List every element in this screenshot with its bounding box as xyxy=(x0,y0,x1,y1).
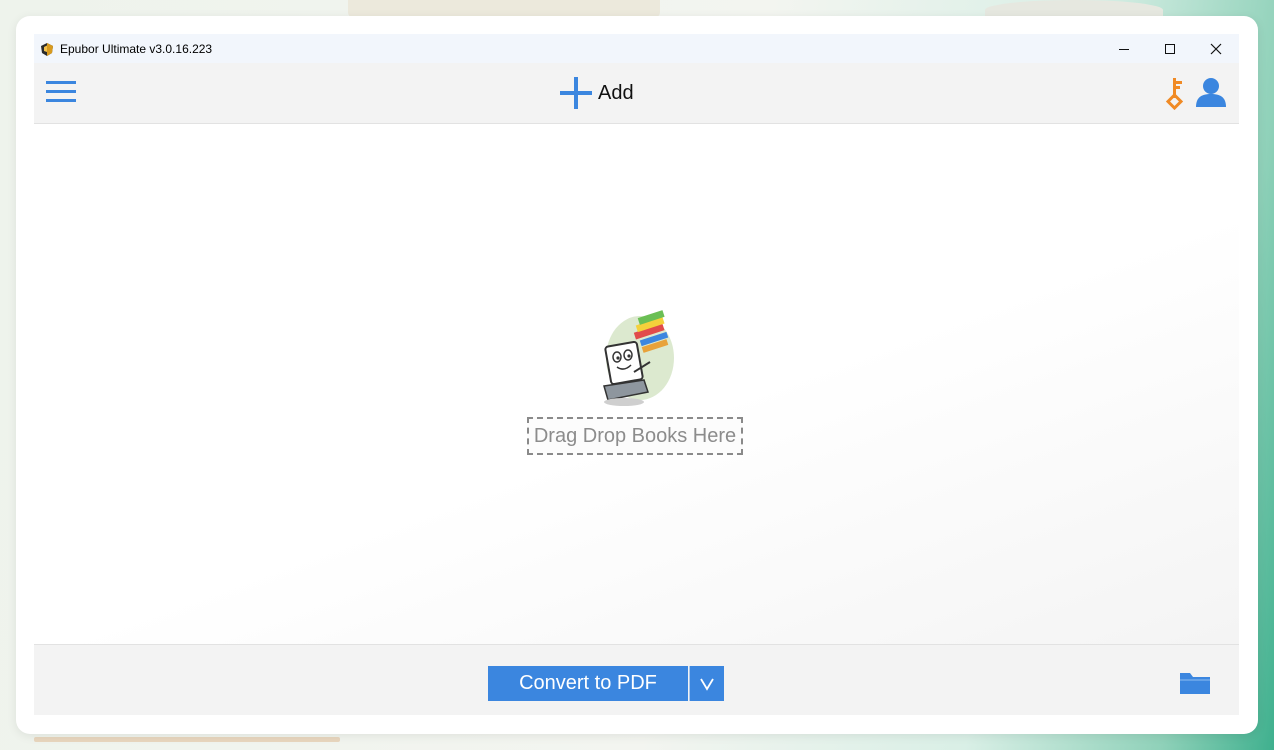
key-icon xyxy=(1165,78,1184,111)
open-output-folder-button[interactable] xyxy=(1179,670,1211,696)
bottom-bar: Convert to PDF xyxy=(34,644,1239,715)
chevron-down-icon xyxy=(700,678,714,691)
book-list-area[interactable]: Drag Drop Books Here xyxy=(34,124,1239,644)
minimize-button[interactable] xyxy=(1101,34,1147,63)
app-logo-icon xyxy=(41,42,53,56)
toolbar: Add xyxy=(34,63,1239,124)
register-key-button[interactable] xyxy=(1163,76,1187,111)
drop-zone-label: Drag Drop Books Here xyxy=(533,424,737,447)
close-button[interactable] xyxy=(1193,34,1239,63)
minimize-icon xyxy=(1119,48,1129,50)
drag-drop-zone[interactable]: Drag Drop Books Here xyxy=(527,417,743,455)
app-window: Epubor Ultimate v3.0.16.223 Add Drag Dro… xyxy=(34,34,1239,715)
menu-button[interactable] xyxy=(44,77,78,107)
convert-button[interactable]: Convert to PDF xyxy=(488,666,688,701)
folder-icon xyxy=(1180,673,1210,694)
window-title: Epubor Ultimate v3.0.16.223 xyxy=(60,41,213,56)
maximize-button[interactable] xyxy=(1147,34,1193,63)
add-label: Add xyxy=(598,81,634,104)
title-bar: Epubor Ultimate v3.0.16.223 xyxy=(34,34,1239,63)
hamburger-menu-icon xyxy=(46,81,76,102)
add-button[interactable]: Add xyxy=(558,75,634,111)
background-shape xyxy=(34,737,340,742)
user-icon xyxy=(1196,78,1226,107)
window-controls xyxy=(1101,34,1239,63)
maximize-icon xyxy=(1165,43,1175,54)
laptop-with-books-illustration xyxy=(603,310,674,406)
account-button[interactable] xyxy=(1194,75,1228,109)
format-dropdown-button[interactable] xyxy=(689,666,724,701)
plus-icon xyxy=(560,77,592,109)
close-icon xyxy=(1210,43,1222,54)
convert-label: Convert to PDF xyxy=(519,672,657,694)
